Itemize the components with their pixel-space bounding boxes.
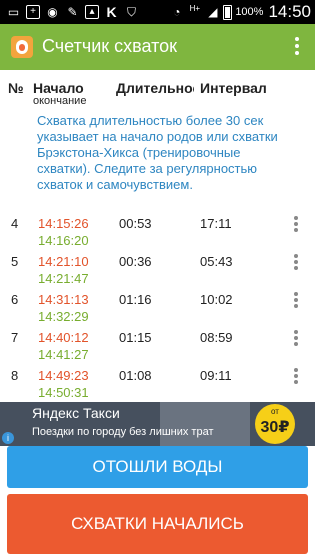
k-icon: K (106, 3, 117, 20)
row-duration: 01:15 (119, 330, 152, 345)
ad-price-from: от (271, 407, 279, 416)
plus-box-icon: + (26, 5, 40, 19)
row-menu-icon[interactable] (292, 330, 300, 350)
column-interval: Интервал (200, 80, 267, 96)
row-interval: 10:02 (200, 292, 233, 307)
table-row: 5 14:21:10 14:21:47 00:36 05:43 (0, 252, 315, 290)
row-duration: 01:08 (119, 368, 152, 383)
column-start-subtitle: окончание (33, 95, 87, 107)
battery-icon (223, 4, 233, 20)
row-menu-icon[interactable] (292, 216, 300, 236)
clock: 14:50 (268, 2, 311, 21)
row-interval: 09:11 (200, 368, 232, 383)
cat-icon: ◉ (47, 4, 58, 19)
wifi-icon: ◔ (173, 4, 181, 19)
row-end-time: 14:16:20 (38, 233, 89, 248)
row-duration: 00:53 (119, 216, 152, 231)
ad-banner[interactable]: Яндекс Такси Поездки по городу без лишни… (0, 402, 315, 446)
table-header: № Начало окончание Длительность Интервал (0, 78, 315, 112)
app-title: Счетчик схваток (42, 36, 178, 56)
ad-title: Яндекс Такси (32, 405, 120, 421)
column-start: Начало (33, 80, 84, 96)
row-menu-icon[interactable] (292, 292, 300, 312)
contractions-started-button[interactable]: СХВАТКИ НАЧАЛИСЬ (7, 494, 308, 554)
column-duration: Длительность (116, 80, 194, 96)
status-bar: ▭ + ◉ ✎ ▴ K ⛉ ◔ H+ ◢ 100% 14:50 (0, 0, 315, 24)
row-number: 4 (11, 216, 19, 231)
ad-info-icon[interactable]: i (2, 432, 14, 444)
table-row: 8 14:49:23 14:50:31 01:08 09:11 (0, 366, 315, 404)
row-interval: 17:11 (200, 216, 232, 231)
row-end-time: 14:41:27 (38, 347, 89, 362)
waters-broke-button[interactable]: ОТОШЛИ ВОДЫ (7, 446, 308, 488)
app-logo-icon (11, 36, 33, 58)
row-end-time: 14:50:31 (38, 385, 89, 400)
ad-text: Поездки по городу без лишних трат (32, 426, 214, 438)
row-start-time: 14:40:12 (38, 330, 89, 345)
row-number: 8 (11, 368, 19, 383)
table-row: 7 14:40:12 14:41:27 01:15 08:59 (0, 328, 315, 366)
battery-percent: 100% (235, 6, 264, 18)
row-interval: 08:59 (200, 330, 233, 345)
row-duration: 01:16 (119, 292, 152, 307)
row-end-time: 14:21:47 (38, 271, 89, 286)
row-number: 5 (11, 254, 19, 269)
row-menu-icon[interactable] (292, 368, 300, 388)
row-start-time: 14:49:23 (38, 368, 89, 383)
shield-icon: ⛉ (126, 4, 136, 19)
row-menu-icon[interactable] (292, 254, 300, 274)
row-number: 6 (11, 292, 19, 307)
notification-icons: ▭ + ◉ ✎ ▴ K ⛉ (6, 3, 139, 21)
image-icon: ▴ (85, 5, 99, 19)
row-start-time: 14:15:26 (38, 216, 89, 231)
network-h-icon: H+ (189, 3, 201, 13)
table-row: 6 14:31:13 14:32:29 01:16 10:02 (0, 290, 315, 328)
system-icons: ◔ H+ ◢ 100% 14:50 (169, 2, 311, 22)
ad-price-amount: 30₽ (260, 419, 290, 436)
table-row: 4 14:15:26 14:16:20 00:53 17:11 (0, 214, 315, 252)
ad-car-image (160, 402, 250, 446)
action-bar: Счетчик схваток (0, 24, 315, 70)
column-number: № (8, 80, 24, 96)
row-start-time: 14:31:13 (38, 292, 89, 307)
wrench-icon: ✎ (67, 4, 78, 19)
contraction-tip: Схватка длительностью более 30 сек указы… (37, 113, 278, 192)
row-start-time: 14:21:10 (38, 254, 89, 269)
row-end-time: 14:32:29 (38, 309, 89, 324)
chat-icon: ▭ (7, 4, 20, 19)
row-duration: 00:36 (119, 254, 152, 269)
overflow-menu-icon[interactable] (293, 37, 301, 59)
row-interval: 05:43 (200, 254, 233, 269)
ad-price-badge: от 30₽ (255, 404, 295, 444)
signal-icon: ◢ (208, 4, 218, 19)
row-number: 7 (11, 330, 19, 345)
